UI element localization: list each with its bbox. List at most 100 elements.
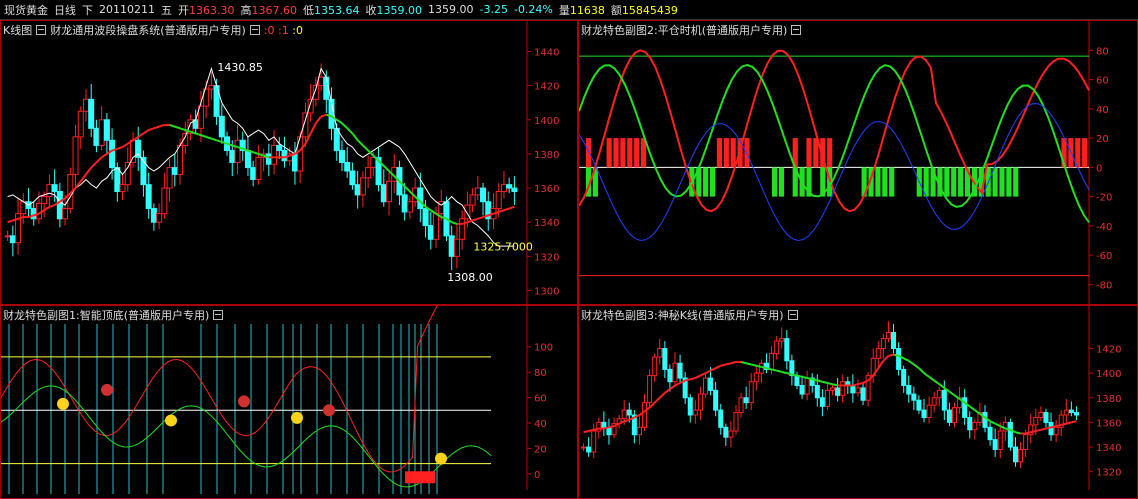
sub2-green-bar [944,167,950,197]
collapse-icon[interactable] [36,25,47,35]
sub3-ma-segment [994,422,1001,427]
sub3-candle [743,397,749,404]
sub3-candle [1012,446,1018,463]
sub2-blue-line [579,103,1090,241]
sub3-ma-segment [852,383,859,387]
main-candle [370,156,377,169]
main-ma-segment [467,219,473,224]
sub3-ma-segment [933,379,940,386]
sub1-indicator-name[interactable]: 财龙特色副图1:智能顶底(普通版用户专用) [3,309,209,322]
main-ma-segment [216,139,223,143]
sub3-ma-segment [766,367,772,371]
collapse-icon[interactable] [249,25,260,35]
sub3-ma-segment [903,357,910,362]
main-ma-segment [351,132,359,141]
main-ma-segment [508,205,515,210]
sub2-red-bar [730,138,736,168]
sub2-chart[interactable]: 80 60 40 20 0 -20 -40 -60 -80 [579,21,1137,304]
change-value: -3.25 [479,3,508,16]
sub3-ma-segment [974,409,981,415]
period-label[interactable]: 日线 [54,2,76,18]
sub2-red-bar [723,138,729,168]
sub3-candle [982,412,988,428]
main-candle [229,150,236,163]
sub1-panel-title: 财龙特色副图1:智能顶底(普通版用户专用) [3,307,227,323]
sub2-green-line [579,63,1090,223]
main-chart[interactable]: 1300 1320 1340 1360 1380 1400 1420 1440 1430.85 1… [1,21,577,304]
main-ma-segment [309,122,317,134]
main-kline-panel[interactable]: K线图 财龙通用波段操盘系统(普通版用户专用):0 :1 :0 1300 1320 1… [0,20,578,305]
collapse-icon[interactable] [213,310,224,320]
main-ma-segment [205,135,212,140]
main-tick-label: 1420 [534,82,559,93]
sub2-panel[interactable]: 财龙特色副图2:平仓时机(普通版用户专用) 80 60 40 20 0 -20 -40 -60… [578,20,1138,305]
main-tick-label: 1320 [534,252,559,263]
quote-bar: 现货黄金 日线 下 20110211 五 开1363.30 高1367.60 低… [0,0,1138,20]
sub3-candle [769,352,775,370]
sub2-red-line [579,49,1090,213]
sub3-indicator-name[interactable]: 财龙特色副图3:神秘K线(普通版用户专用) [581,309,784,322]
period-suffix: 下 [82,3,93,17]
sub3-candle [835,387,841,396]
main-ma-segment [85,166,92,176]
sub2-red-bar [627,138,633,168]
main-annotation: 1308.00 [447,271,493,284]
frown-icon [323,404,335,417]
sub2-tick-label: 20 [1096,134,1109,145]
main-ma-segment [503,207,510,212]
collapse-icon[interactable] [787,310,798,320]
main-tick-label: 1400 [534,116,559,127]
prev-value: 1359.00 [428,3,474,16]
sub3-ma-segment [923,372,930,378]
sub3-ma-segment [664,388,671,394]
sub3-panel[interactable]: 财龙特色副图3:神秘K线(普通版用户专用) 1420 1400 1380 1360 13… [578,305,1138,499]
sub1-panel[interactable]: 财龙特色副图1:智能顶底(普通版用户专用) 100 80 60 40 20 0 [0,305,578,499]
sub2-red-bar [634,138,640,168]
sub2-indicator-name[interactable]: 财龙特色副图2:平仓时机(普通版用户专用) [581,24,787,37]
sub3-candle [581,446,587,449]
main-indicator-name[interactable]: 财龙通用波段操盘系统(普通版用户专用) [50,24,246,37]
instrument-name[interactable]: 现货黄金 [4,2,48,18]
main-candle [88,98,95,129]
bar-date: 20110211 [99,3,155,16]
main-candle [474,187,481,196]
main-candle [386,180,392,203]
main-candle [82,98,89,112]
main-tick-label: 1340 [534,218,559,229]
sub3-ma-segment [705,369,712,375]
sub3-candle [687,397,693,416]
main-candle [344,161,351,172]
sub3-candle [967,416,973,431]
sub3-ma-segment [893,353,899,357]
sub3-candle [1043,412,1049,423]
main-ma-segment [195,132,202,137]
sub3-candle [652,356,658,377]
sub3-chart[interactable]: 1420 1400 1380 1360 1340 1320 [579,306,1137,498]
sub1-chart[interactable]: 100 80 60 40 20 0 [1,306,577,498]
sub3-candle [784,338,790,362]
low-label: 低 [303,3,314,17]
main-candle [338,150,345,163]
sub3-candle [926,404,932,418]
sub3-tick-label: 1340 [1096,443,1121,454]
sub3-ma-segment [684,378,691,382]
sub3-candle [657,347,663,358]
sub3-ma-segment [817,379,823,383]
sub3-panel-title: 财龙特色副图3:神秘K线(普通版用户专用) [581,307,802,323]
sub3-candle [911,393,917,401]
main-candle [349,170,356,186]
sub2-green-bar [875,167,881,197]
close-label: 收 [365,3,377,17]
collapse-icon[interactable] [791,25,802,35]
sub3-candle [626,409,632,416]
main-candle [234,139,241,163]
sub1-tick-label: 40 [534,419,547,430]
main-candle [250,167,257,181]
sub3-candle [906,384,912,395]
main-ma-segment [101,153,108,159]
main-candle [427,225,434,240]
main-candle [119,184,126,192]
sub3-candle [901,368,907,386]
main-ma-segment [200,134,207,138]
sub3-ma-segment [1045,426,1052,430]
